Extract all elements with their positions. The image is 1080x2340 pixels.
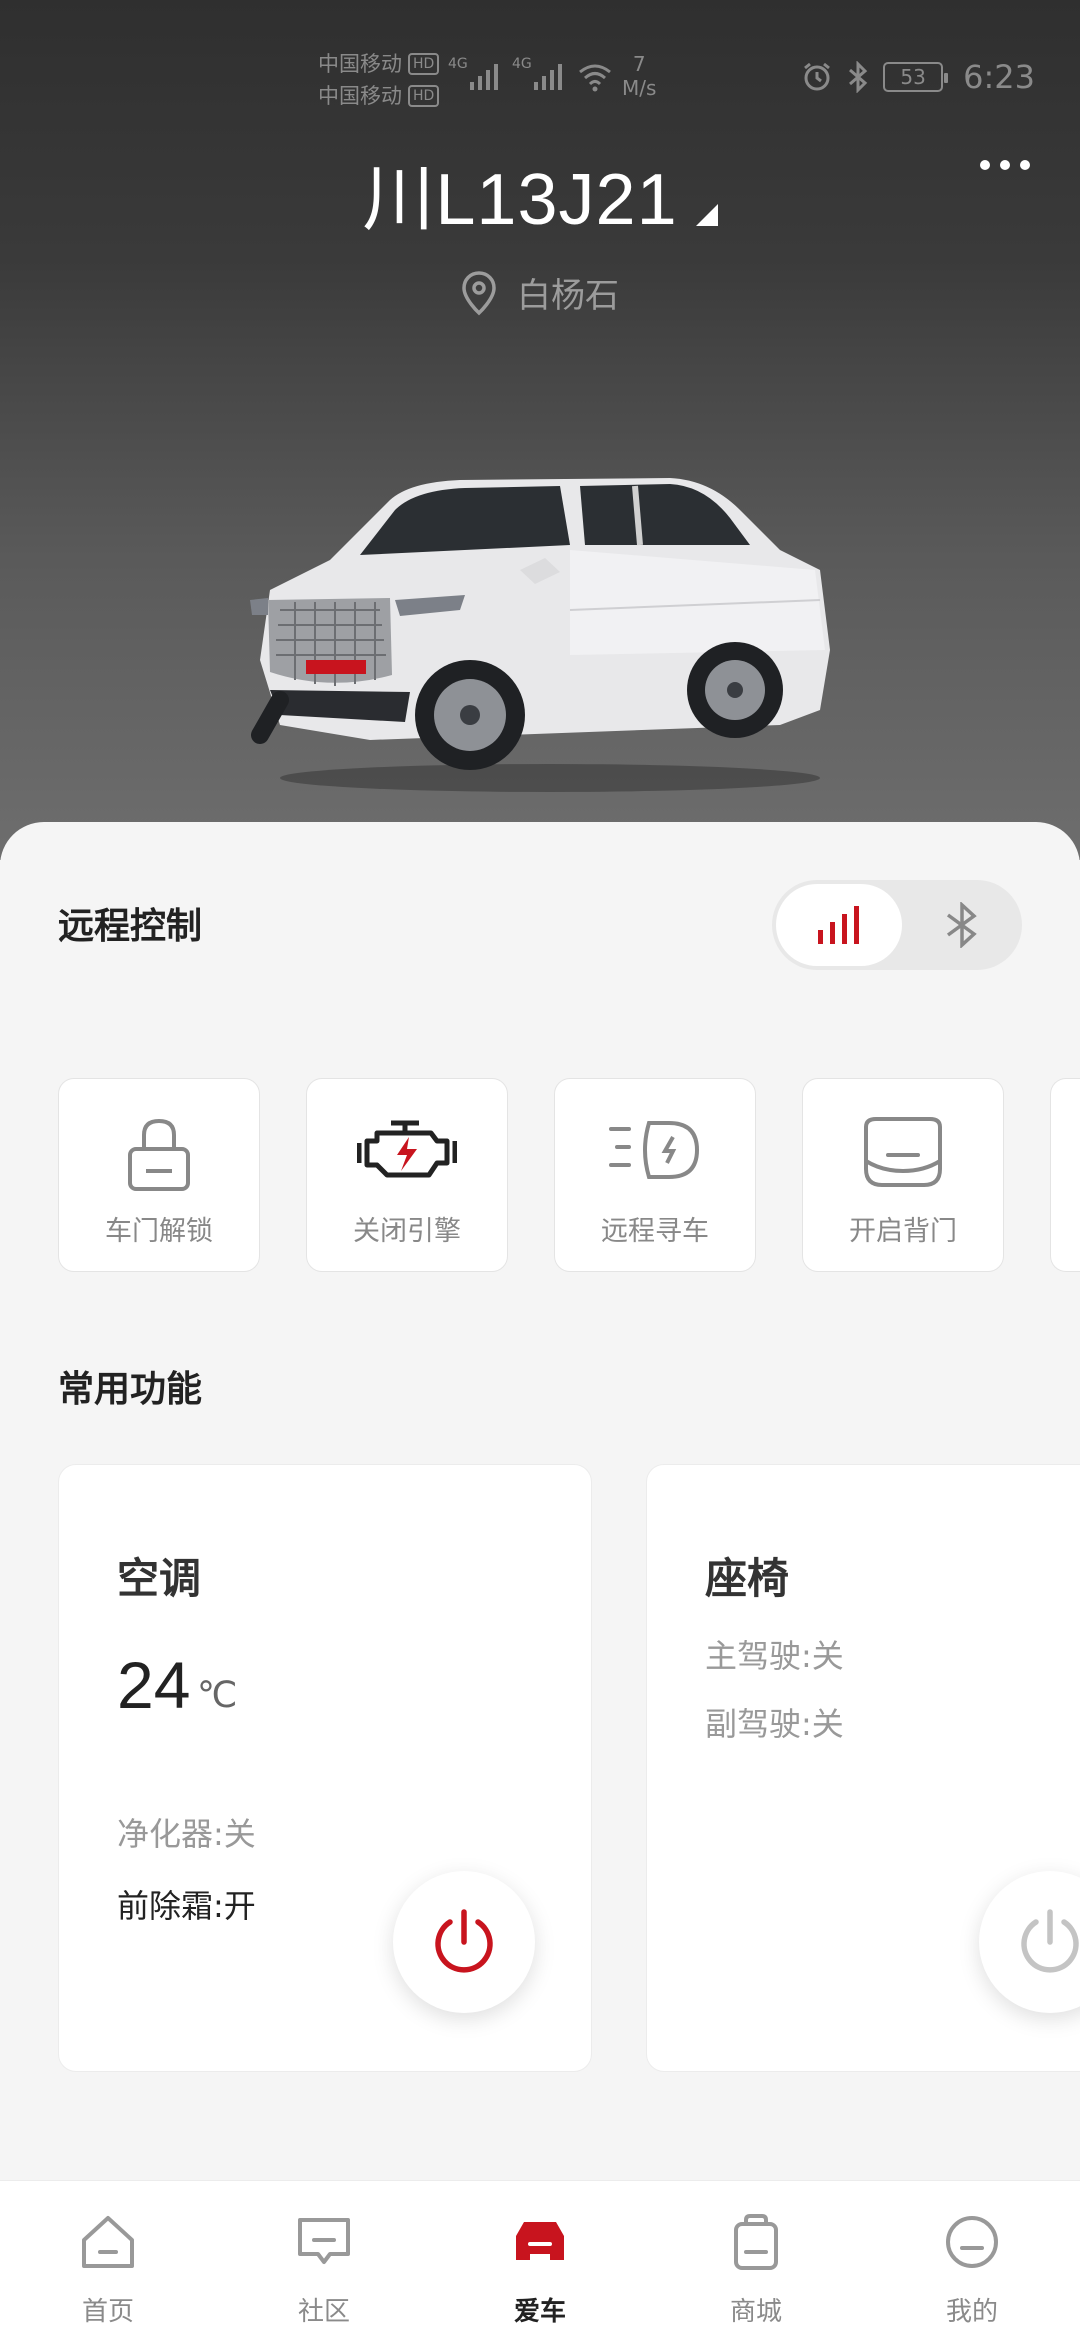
bluetooth-status-icon: [849, 61, 868, 93]
find-car-button[interactable]: 远程寻车: [554, 1078, 756, 1272]
battery-indicator: 53: [883, 62, 949, 92]
community-icon: [298, 2218, 350, 2264]
location-text: 白杨石: [517, 276, 619, 316]
more-dot-icon: [1020, 160, 1030, 170]
purifier-status: 净化器:关: [117, 1815, 256, 1853]
tab-shop-label: 商城: [729, 2297, 782, 2327]
network-type-2: 4G: [512, 56, 532, 72]
connection-mode-toggle[interactable]: [772, 880, 1022, 970]
bottom-tab-bar: 首页 社区 爱车 商城 我的: [0, 2180, 1080, 2340]
find-car-label: 远程寻车: [601, 1216, 709, 1247]
tailgate-icon: [864, 1117, 942, 1187]
network-type-1: 4G: [448, 56, 468, 72]
remote-control-title: 远程控制: [58, 906, 203, 947]
wifi-icon: [579, 64, 611, 92]
more-actions-card[interactable]: [1050, 1078, 1080, 1272]
open-tailgate-label: 开启背门: [849, 1216, 957, 1247]
ac-title: 空调: [117, 1554, 202, 1603]
common-functions-title: 常用功能: [58, 1369, 203, 1410]
cellular-signal-icon: [818, 906, 859, 944]
driver-seat-status: 主驾驶:关: [705, 1637, 844, 1675]
cellular-mode-option[interactable]: [776, 884, 902, 966]
hd-badge-1: HD: [408, 53, 440, 75]
seat-card[interactable]: 座椅 主驾驶:关 副驾驶:关: [646, 1464, 1080, 2072]
ac-temperature-unit: ℃: [197, 1675, 238, 1716]
signal-icon-1: [470, 64, 498, 90]
tab-home-label: 首页: [81, 2297, 134, 2327]
bluetooth-icon: [946, 902, 977, 948]
clock: 6:23: [963, 58, 1035, 96]
door-unlock-button[interactable]: 车门解锁: [58, 1078, 260, 1272]
carrier-1: 中国移动: [318, 52, 402, 76]
ac-card[interactable]: 空调 24 ℃ 净化器:关 前除霜:开: [58, 1464, 592, 2072]
alarm-icon: [804, 62, 831, 91]
engine-off-label: 关闭引擎: [353, 1216, 461, 1247]
location-pin-icon: [462, 270, 496, 315]
network-speed: 7 M/s: [622, 52, 656, 100]
location-row[interactable]: 白杨石: [0, 268, 1080, 317]
tab-car[interactable]: 爱车: [480, 2207, 600, 2328]
passenger-seat-status: 副驾驶:关: [705, 1705, 844, 1743]
defrost-status: 前除霜:开: [117, 1887, 256, 1925]
tab-community-label: 社区: [297, 2297, 350, 2327]
seat-title: 座椅: [705, 1554, 790, 1603]
home-icon: [82, 2216, 134, 2268]
car-image: [250, 478, 830, 792]
hd-badge-2: HD: [408, 85, 440, 107]
more-dot-icon: [980, 160, 990, 170]
status-right: 53 6:23: [801, 58, 1035, 96]
tab-community[interactable]: 社区: [264, 2207, 384, 2328]
engine-off-button[interactable]: 关闭引擎: [306, 1078, 508, 1272]
tab-home[interactable]: 首页: [48, 2207, 168, 2328]
carrier-info: 中国移动 HD 中国移动 HD: [318, 48, 440, 112]
plate-selector[interactable]: 川L13J21: [0, 140, 1080, 245]
tab-profile[interactable]: 我的: [912, 2207, 1032, 2328]
ac-power-button[interactable]: [393, 1871, 535, 2013]
hero-header: 中国移动 HD 中国移动 HD 4G 4G 7 M/s 53 6:23 川L13…: [0, 0, 1080, 860]
headlight-icon: [609, 1121, 700, 1179]
caret-down-icon: [695, 204, 718, 226]
door-unlock-label: 车门解锁: [105, 1216, 213, 1247]
more-button[interactable]: [980, 160, 1030, 170]
speed-value: 7: [632, 52, 646, 76]
power-icon: [1021, 1909, 1079, 1973]
speed-unit: M/s: [622, 76, 657, 100]
profile-icon: [946, 2216, 998, 2268]
signal-icon-2: [534, 64, 562, 90]
tab-car-label: 爱车: [513, 2297, 566, 2327]
status-bar: 中国移动 HD 中国移动 HD 4G 4G 7 M/s 53 6:23: [0, 0, 1080, 110]
ac-temperature: 24: [117, 1648, 191, 1722]
lock-icon: [128, 1118, 190, 1191]
tab-shop[interactable]: 商城: [696, 2207, 816, 2328]
power-icon: [435, 1909, 493, 1973]
tab-profile-label: 我的: [945, 2297, 998, 2327]
carrier-2: 中国移动: [318, 84, 402, 108]
engine-icon: [357, 1120, 457, 1178]
bluetooth-mode-option[interactable]: [902, 880, 1022, 970]
open-tailgate-button[interactable]: 开启背门: [802, 1078, 1004, 1272]
shop-icon: [734, 2214, 778, 2270]
plate-number: 川L13J21: [362, 160, 678, 240]
more-dot-icon: [1000, 160, 1010, 170]
car-icon: [516, 2222, 564, 2260]
seat-power-button[interactable]: [979, 1871, 1080, 2013]
